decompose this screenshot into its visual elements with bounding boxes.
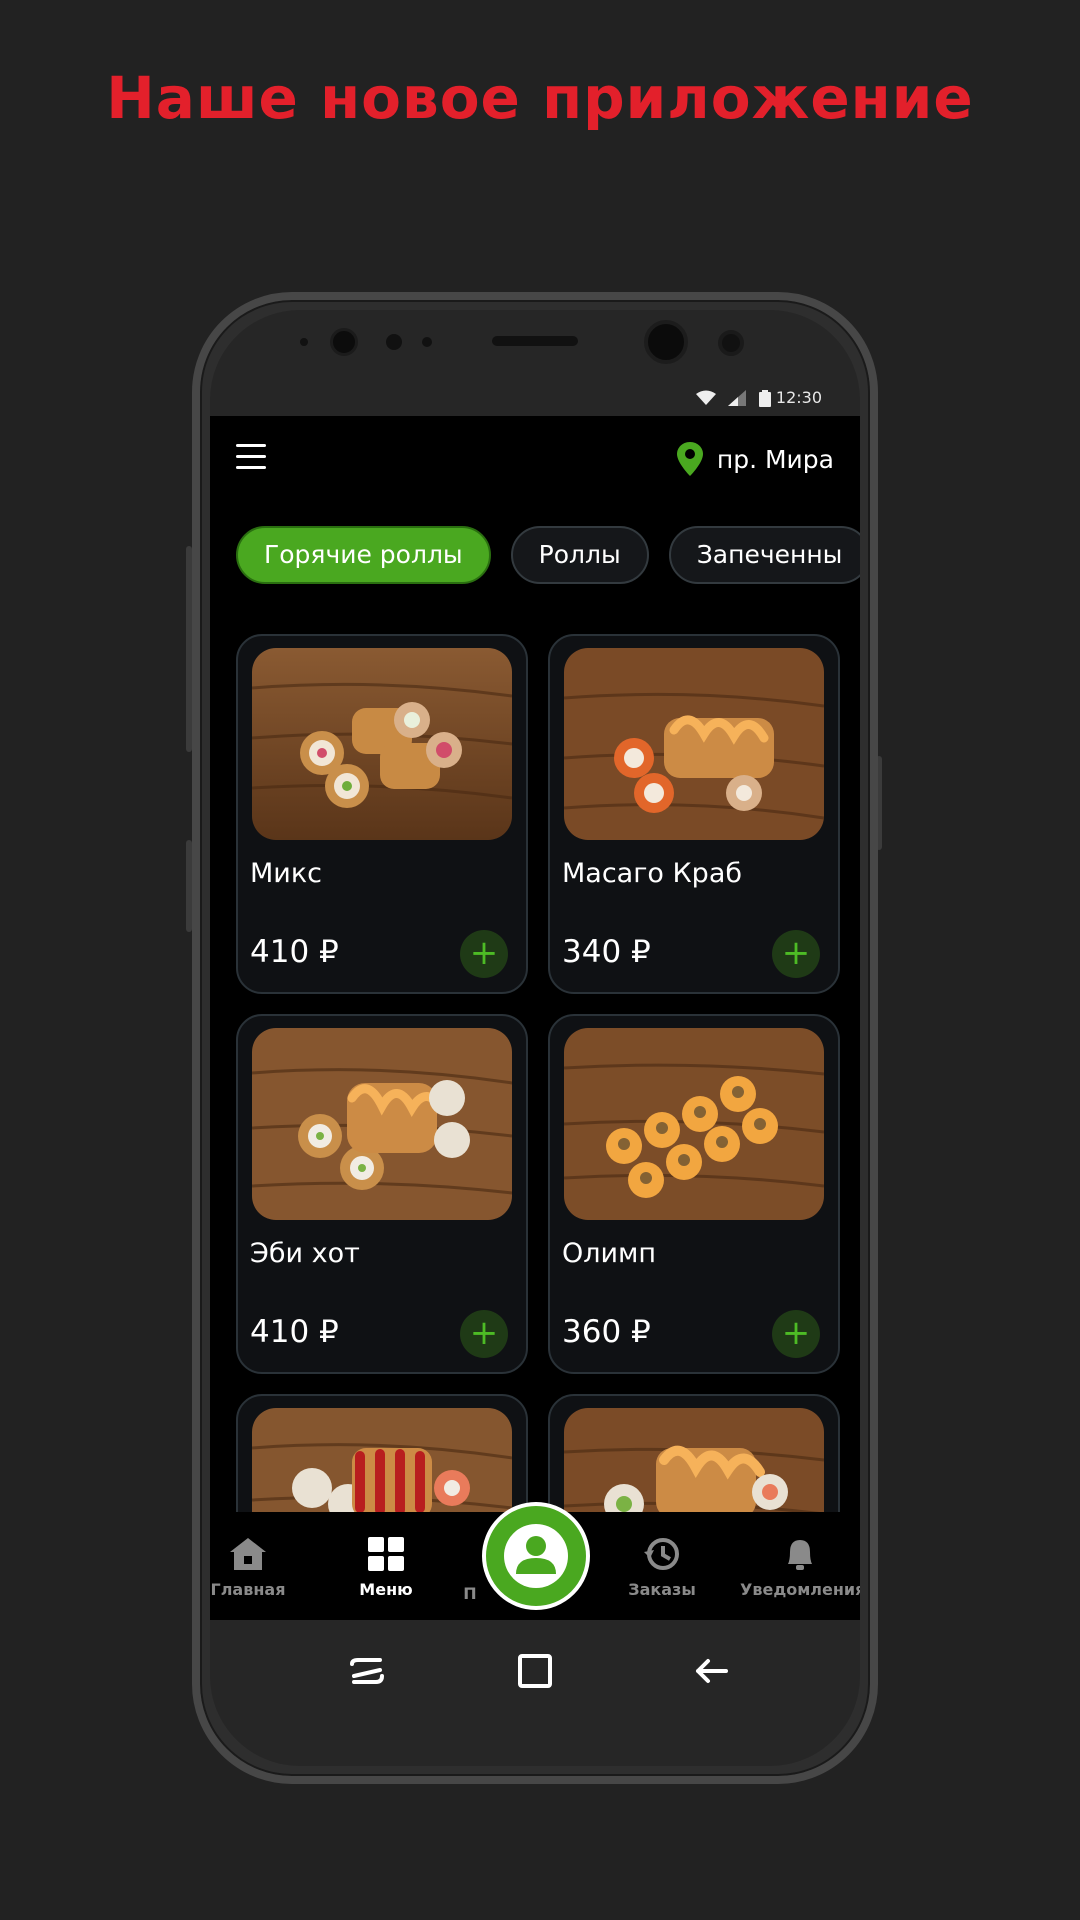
- product-image: [564, 648, 824, 840]
- nav-item-orders[interactable]: Заказы: [602, 1536, 722, 1599]
- iris-camera-icon: [644, 320, 688, 364]
- status-bar: 12:30: [210, 378, 860, 416]
- product-price: 410 ₽: [250, 1314, 339, 1350]
- home-square-icon[interactable]: [510, 1646, 560, 1696]
- system-navigation-bar: [210, 1620, 860, 1720]
- profile-icon: [504, 1524, 568, 1588]
- status-time: 12:30: [775, 388, 822, 407]
- map-pin-icon: [676, 442, 703, 476]
- nav-item-notifications[interactable]: Уведомления: [740, 1536, 860, 1599]
- category-chip-baked[interactable]: Запеченны: [668, 526, 860, 584]
- product-price: 340 ₽: [562, 934, 651, 970]
- product-name: Масаго Краб: [562, 858, 743, 889]
- product-name: Олимп: [562, 1238, 657, 1269]
- front-camera-icon: [330, 328, 358, 356]
- sensor-dot: [300, 338, 308, 346]
- product-card[interactable]: Олимп 360 ₽ +: [548, 1014, 840, 1374]
- category-chip-rolls[interactable]: Роллы: [510, 526, 649, 584]
- product-image: [252, 1028, 512, 1220]
- nav-label: Заказы: [628, 1580, 696, 1599]
- product-price: 410 ₽: [250, 934, 339, 970]
- add-to-cart-button[interactable]: +: [772, 1310, 820, 1358]
- add-to-cart-button[interactable]: +: [460, 930, 508, 978]
- product-name: Микс: [250, 858, 322, 889]
- history-icon: [644, 1538, 679, 1570]
- app-screen: пр. Мира Горячие роллы Роллы Запеченны М…: [210, 416, 860, 1620]
- add-to-cart-button[interactable]: +: [772, 930, 820, 978]
- earpiece-speaker: [492, 336, 578, 346]
- recent-apps-icon[interactable]: [342, 1646, 392, 1696]
- nav-item-home[interactable]: Главная: [210, 1536, 308, 1599]
- location-label: пр. Мира: [716, 444, 834, 474]
- grid-icon: [368, 1537, 404, 1571]
- back-arrow-icon[interactable]: [688, 1646, 738, 1696]
- bottom-navigation: Главная Меню П Заказы Уведомления: [210, 1502, 860, 1620]
- sensor-dot: [386, 334, 402, 350]
- product-price: 360 ₽: [562, 1314, 651, 1350]
- battery-icon: [759, 390, 771, 407]
- product-card[interactable]: Масаго Краб 340 ₽ +: [548, 634, 840, 994]
- category-chip-hot-rolls[interactable]: Горячие роллы: [236, 526, 491, 584]
- nav-label: Уведомления: [740, 1580, 860, 1599]
- nav-label: Главная: [210, 1580, 286, 1599]
- bell-icon: [788, 1540, 812, 1570]
- profile-button[interactable]: [482, 1502, 590, 1610]
- product-image: [564, 1028, 824, 1220]
- category-tabs: Горячие роллы Роллы Запеченны: [236, 526, 860, 584]
- signal-icon: [728, 390, 746, 406]
- sensor-dot: [422, 337, 432, 347]
- hamburger-icon[interactable]: [236, 444, 266, 470]
- sensor-dot: [718, 330, 744, 356]
- home-icon: [230, 1538, 266, 1570]
- location-selector[interactable]: пр. Мира: [676, 442, 834, 476]
- product-card[interactable]: Микс 410 ₽ +: [236, 634, 528, 994]
- add-to-cart-button[interactable]: +: [460, 1310, 508, 1358]
- product-image: [252, 648, 512, 840]
- page-headline: Наше новое приложение: [106, 64, 974, 132]
- product-name: Эби хот: [250, 1238, 360, 1269]
- product-card[interactable]: Эби хот 410 ₽ +: [236, 1014, 528, 1374]
- wifi-icon: [696, 390, 716, 405]
